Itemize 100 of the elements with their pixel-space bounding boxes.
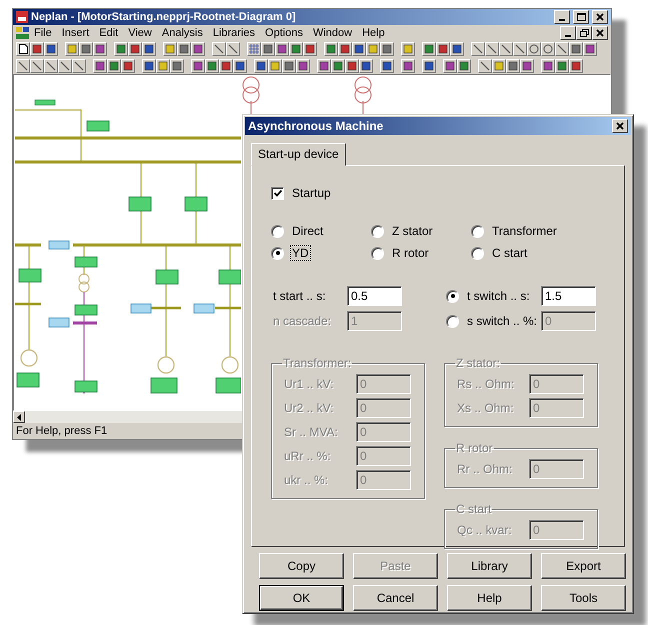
toolbar-button[interactable] [520, 58, 534, 72]
dialog-button[interactable]: Cancel [353, 585, 438, 611]
menu-item[interactable]: Help [357, 26, 390, 38]
toolbar-button[interactable] [303, 42, 317, 56]
toolbar-button[interactable] [569, 58, 583, 72]
toolbar-button[interactable] [443, 58, 457, 72]
toolbar-button[interactable] [44, 42, 58, 56]
toolbar-button[interactable] [555, 58, 569, 72]
toolbar-button[interactable] [583, 42, 597, 56]
restore-button[interactable] [576, 26, 592, 40]
toolbar-button[interactable] [471, 42, 485, 56]
toolbar-button[interactable] [352, 42, 366, 56]
dialog-button[interactable]: Export [541, 553, 626, 579]
toolbar-button[interactable] [191, 42, 205, 56]
toolbar-button[interactable] [107, 58, 121, 72]
toolbar-button[interactable] [513, 42, 527, 56]
toolbar-button[interactable] [436, 42, 450, 56]
toolbar-button[interactable] [30, 42, 44, 56]
toolbar-button[interactable] [177, 42, 191, 56]
toolbar-button[interactable] [478, 58, 492, 72]
toolbar-button[interactable] [93, 58, 107, 72]
toolbar-button[interactable] [380, 42, 394, 56]
toolbar-button[interactable] [121, 58, 135, 72]
toolbar-button[interactable] [114, 42, 128, 56]
toolbar-button[interactable] [205, 58, 219, 72]
toolbar-button[interactable] [16, 42, 30, 56]
toolbar-button[interactable] [233, 58, 247, 72]
radio-button[interactable] [371, 246, 384, 260]
dialog-button[interactable]: OK [259, 585, 344, 611]
toolbar-button[interactable] [527, 42, 541, 56]
radio-button[interactable] [271, 246, 284, 260]
toolbar-button[interactable] [30, 58, 44, 72]
toolbar-button[interactable] [170, 58, 184, 72]
menu-item[interactable]: Window [308, 26, 358, 38]
toolbar-button[interactable] [93, 42, 107, 56]
menu-item[interactable]: File [29, 26, 57, 38]
menu-item[interactable]: Options [260, 26, 308, 38]
toolbar-button[interactable] [296, 58, 310, 72]
toolbar-button[interactable] [569, 42, 583, 56]
close-button[interactable] [612, 119, 628, 133]
toolbar-button[interactable] [555, 42, 569, 56]
radio-button[interactable] [471, 224, 484, 238]
input-field[interactable]: 0.5 [347, 286, 402, 306]
toolbar-button[interactable] [450, 42, 464, 56]
toolbar-button[interactable] [401, 58, 415, 72]
toolbar-button[interactable] [254, 58, 268, 72]
toolbar-button[interactable] [506, 58, 520, 72]
dialog-button[interactable]: Tools [541, 585, 626, 611]
toolbar-button[interactable] [261, 42, 275, 56]
dialog-button[interactable]: Library [447, 553, 532, 579]
toolbar-button[interactable] [212, 42, 226, 56]
toolbar-button[interactable] [331, 58, 345, 72]
toolbar-button[interactable] [289, 42, 303, 56]
toolbar-button[interactable] [58, 58, 72, 72]
toolbar-button[interactable] [541, 58, 555, 72]
toolbar-button[interactable] [219, 58, 233, 72]
input-field[interactable]: 1.5 [541, 286, 596, 306]
radio-button[interactable] [371, 224, 384, 238]
toolbar-button[interactable] [44, 58, 58, 72]
toolbar-button[interactable] [324, 42, 338, 56]
menu-item[interactable]: Libraries [208, 26, 260, 38]
toolbar-button[interactable] [142, 42, 156, 56]
toolbar-button[interactable] [282, 58, 296, 72]
menu-item[interactable]: Insert [56, 26, 94, 38]
toolbar-button[interactable] [72, 58, 86, 72]
minimize-button[interactable] [560, 26, 576, 40]
dialog-button[interactable]: Copy [259, 553, 344, 579]
toolbar-button[interactable] [79, 42, 93, 56]
toolbar-button[interactable] [541, 42, 555, 56]
toolbar-button[interactable] [499, 42, 513, 56]
toolbar-button[interactable] [338, 42, 352, 56]
toolbar-button[interactable] [226, 42, 240, 56]
toolbar-button[interactable] [422, 42, 436, 56]
toolbar-button[interactable] [142, 58, 156, 72]
toolbar-button[interactable] [380, 58, 394, 72]
radio-button[interactable] [471, 246, 484, 260]
menu-item[interactable]: View [123, 26, 157, 38]
menu-item[interactable]: Edit [94, 26, 124, 38]
toolbar-button[interactable] [275, 42, 289, 56]
close-button[interactable] [592, 26, 608, 40]
toolbar-button[interactable] [485, 42, 499, 56]
toolbar-button[interactable] [422, 58, 436, 72]
radio-button[interactable] [271, 224, 284, 238]
toolbar-button[interactable] [191, 58, 205, 72]
toolbar-button[interactable] [247, 42, 261, 56]
close-button[interactable] [592, 10, 608, 24]
toolbar-button[interactable] [345, 58, 359, 72]
scroll-left-button[interactable] [13, 411, 25, 423]
minimize-button[interactable] [554, 10, 570, 24]
toolbar-button[interactable] [359, 58, 373, 72]
toolbar-button[interactable] [16, 58, 30, 72]
radio-button[interactable] [446, 290, 459, 302]
toolbar-button[interactable] [457, 58, 471, 72]
dialog-button[interactable]: Help [447, 585, 532, 611]
checkbox[interactable] [271, 186, 284, 200]
toolbar-button[interactable] [128, 42, 142, 56]
tab[interactable]: Start-up device [251, 143, 346, 166]
toolbar-button[interactable] [317, 58, 331, 72]
menu-item[interactable]: Analysis [156, 26, 208, 38]
maximize-button[interactable] [573, 10, 589, 24]
